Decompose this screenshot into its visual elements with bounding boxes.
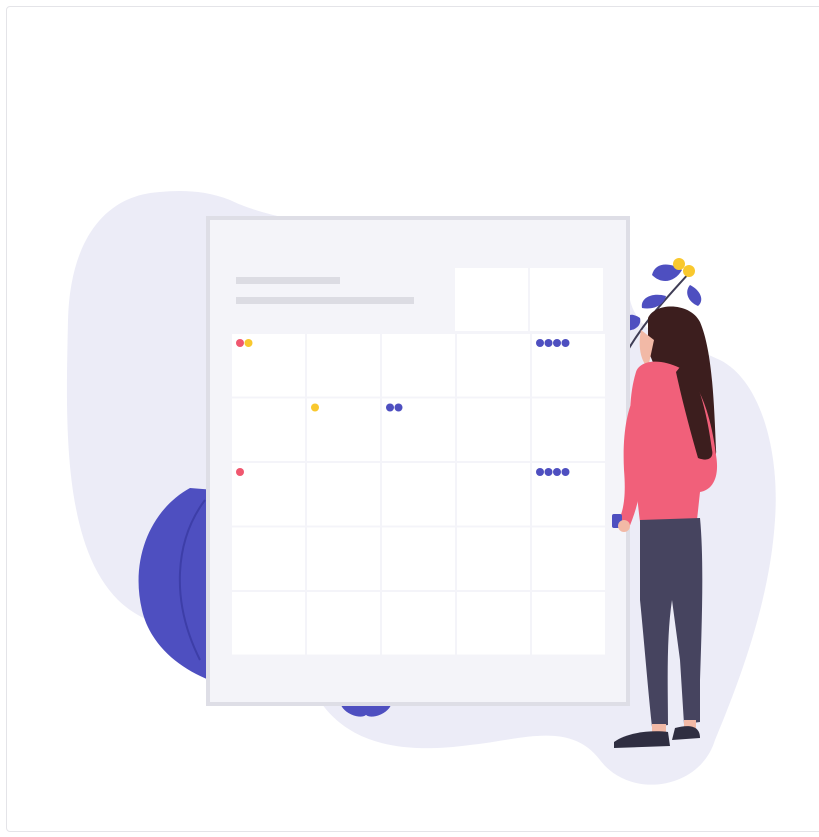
calendar-day-cell [382, 463, 455, 526]
event-dot [386, 403, 394, 412]
calendar-day-cell [457, 527, 530, 590]
event-dot [544, 339, 553, 347]
calendar-day-cell [457, 463, 530, 526]
calendar-header-cell [455, 268, 528, 331]
event-dot [561, 468, 570, 476]
event-dot [553, 339, 561, 347]
event-dot [536, 468, 544, 476]
calendar-day-cell [232, 398, 305, 461]
calendar-day-cell [232, 592, 305, 655]
calendar-day-cell [382, 527, 455, 590]
calendar-day-cell [307, 463, 380, 526]
calendar-day-cell [532, 527, 605, 590]
calendar-day-cell [382, 334, 455, 397]
event-dot [244, 339, 253, 347]
calendar-header-cell [530, 268, 603, 331]
event-dot [536, 339, 544, 347]
calendar-illustration [66, 190, 776, 785]
calendar-grid [232, 334, 605, 655]
event-dot [561, 339, 570, 347]
calendar-day-cell [307, 527, 380, 590]
calendar-day-cell [457, 592, 530, 655]
event-dot [236, 339, 244, 347]
calendar-day-cell [307, 334, 380, 397]
event-dot [553, 468, 561, 476]
calendar-day-cell [307, 592, 380, 655]
calendar-title-bar [236, 277, 340, 284]
event-dot [394, 403, 403, 412]
calendar-day-cell [382, 592, 455, 655]
event-dot [236, 468, 244, 476]
calendar-day-cell [532, 398, 605, 461]
calendar-day-cell [232, 527, 305, 590]
event-dot [544, 468, 553, 476]
calendar-day-cell [532, 592, 605, 655]
calendar-subtitle-bar [236, 297, 414, 304]
event-dot [311, 403, 319, 412]
calendar-day-cell [457, 334, 530, 397]
calendar-day-cell [457, 398, 530, 461]
